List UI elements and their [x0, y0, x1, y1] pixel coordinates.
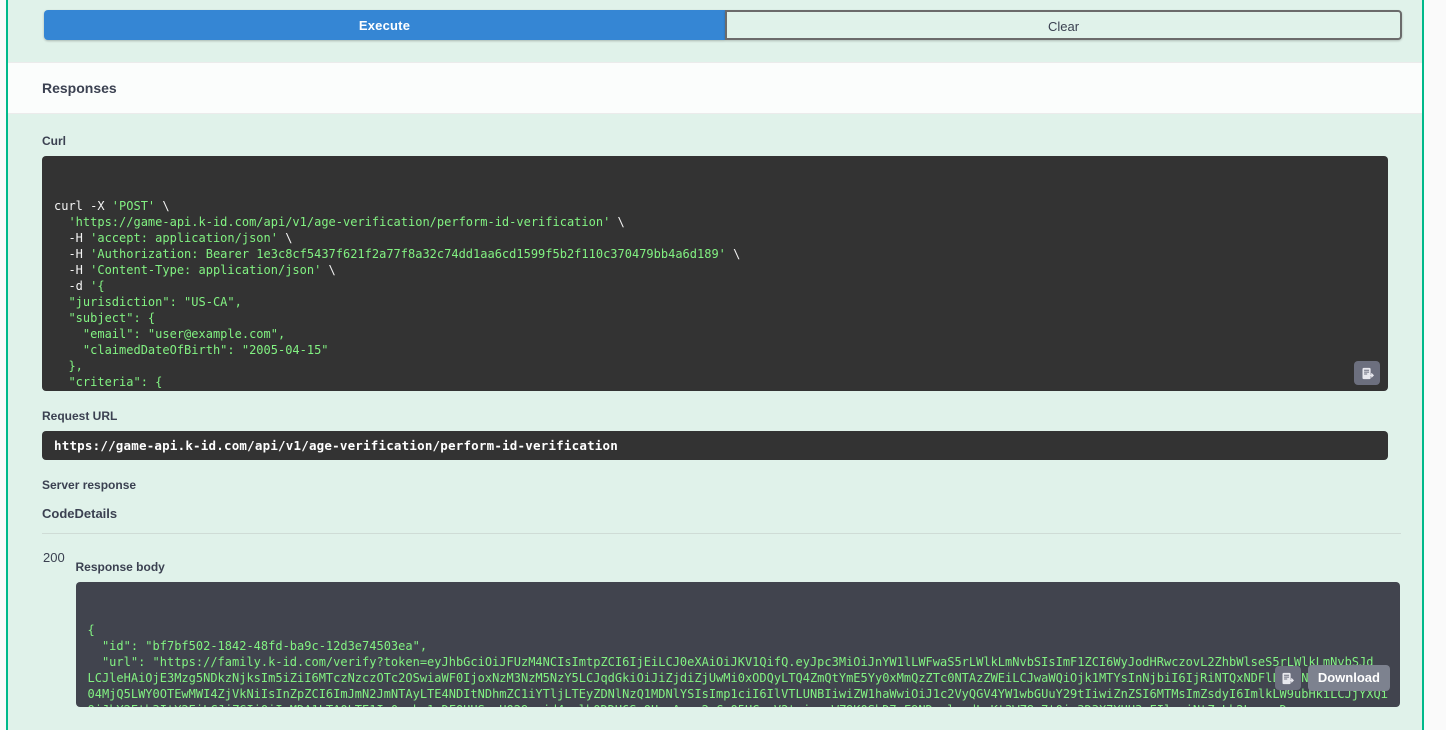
- swagger-operation-page: Execute Clear Responses Curl curl -X 'PO…: [0, 0, 1446, 730]
- operation-block: Execute Clear Responses Curl curl -X 'PO…: [6, 0, 1424, 730]
- execute-clear-row: Execute Clear: [8, 0, 1422, 62]
- col-header-code: Code: [42, 500, 75, 534]
- responses-header-band: Responses: [8, 62, 1422, 114]
- responses-heading: Responses: [42, 80, 117, 96]
- curl-code-text: curl -X 'POST' \ 'https://game-api.k-id.…: [54, 198, 1376, 391]
- response-body-actions: Download: [1275, 665, 1390, 691]
- server-response-label: Server response: [42, 478, 1388, 492]
- copy-to-clipboard-icon[interactable]: [1354, 361, 1380, 385]
- request-url-value: https://game-api.k-id.com/api/v1/age-ver…: [42, 431, 1388, 460]
- response-body-text: { "id": "bf7bf502-1842-48fd-ba9c-12d3e74…: [88, 622, 1388, 707]
- download-button[interactable]: Download: [1308, 665, 1390, 691]
- execute-button[interactable]: Execute: [44, 10, 725, 40]
- response-body-label: Response body: [76, 560, 1400, 574]
- table-header-row: Code Details: [42, 500, 1401, 534]
- request-url-label: Request URL: [42, 409, 1388, 423]
- response-body-code-block[interactable]: { "id": "bf7bf502-1842-48fd-ba9c-12d3e74…: [76, 582, 1400, 707]
- server-response-table: Code Details 200 Response body { "id": "…: [42, 500, 1401, 708]
- col-header-details: Details: [75, 500, 1401, 534]
- copy-to-clipboard-icon[interactable]: [1275, 666, 1301, 690]
- responses-body: Curl curl -X 'POST' \ 'https://game-api.…: [8, 114, 1422, 708]
- curl-label: Curl: [42, 134, 1388, 148]
- clear-button[interactable]: Clear: [725, 10, 1402, 40]
- table-row: 200 Response body { "id": "bf7bf502-1842…: [42, 534, 1401, 709]
- response-details-cell: Response body { "id": "bf7bf502-1842-48f…: [75, 534, 1401, 709]
- curl-code-block[interactable]: curl -X 'POST' \ 'https://game-api.k-id.…: [42, 156, 1388, 391]
- response-code: 200: [42, 534, 75, 709]
